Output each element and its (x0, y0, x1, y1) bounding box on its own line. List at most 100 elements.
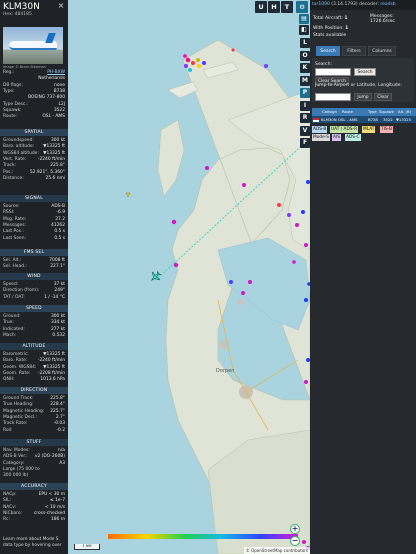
source-chip[interactable]: UAT / ADS-R (330, 126, 359, 133)
info-row-value: 0.5 s (54, 235, 65, 241)
info-row-label: WGS84 altitude: (3, 150, 39, 156)
section-header-spatial[interactable]: SPATIAL (0, 129, 68, 136)
section-header-signal[interactable]: SIGNAL (0, 195, 68, 202)
tab-columns[interactable]: Columns (368, 46, 396, 56)
column-type[interactable]: Type (368, 108, 377, 116)
decoder-link[interactable]: readsb (380, 2, 395, 7)
search-label: Search: (315, 62, 332, 67)
search-box: Search: Search Clear Search Jump to Airp… (312, 58, 414, 102)
aircraft-table-header: Callsign Route Type Squawk Alt. (ft) (312, 108, 416, 116)
table-row[interactable]: KLM30N OSL - AMS B738 3522 ▼13325 (312, 116, 416, 123)
info-row: Direction (from): 249° (3, 288, 65, 294)
jump-button[interactable]: Jump (354, 93, 372, 101)
map-button-m[interactable]: M (300, 75, 310, 86)
info-row-label: Reg.: (3, 70, 15, 75)
toggle-t-button[interactable]: T (281, 1, 293, 13)
search-input[interactable] (315, 68, 351, 76)
flag-norway-icon (313, 117, 319, 122)
zoom-out-button[interactable]: − (290, 536, 300, 546)
info-row: Pos.: 52.921°, 5.360° (3, 170, 65, 176)
info-row-label: Route: (3, 114, 18, 120)
map-button-l[interactable]: L (300, 38, 310, 48)
close-icon[interactable]: × (57, 2, 65, 10)
info-row-label: Geom. Rate: (3, 370, 31, 376)
messages-stat: Messages: 1726.6/sec (370, 14, 395, 24)
layers-icon[interactable]: ▤ (299, 14, 309, 24)
info-row-label: Mach: (3, 332, 17, 338)
info-row: Rc: 186 m (3, 517, 65, 523)
info-row-value: 186 m (50, 517, 65, 523)
source-chip[interactable]: ADS-B (312, 126, 328, 133)
source-chip[interactable]: ADS-C (345, 134, 361, 141)
clear-jump-button[interactable]: Clear (374, 93, 392, 101)
map-button-v[interactable]: V (300, 125, 310, 136)
tab-filters[interactable]: Filters (342, 46, 366, 56)
column-squawk[interactable]: Squawk (379, 108, 394, 116)
info-row: True Heading: 228.4° (3, 402, 65, 408)
with-position-stat: With Position: 1 (313, 26, 348, 31)
sidebar-toggle-icon[interactable]: ◧ (299, 25, 309, 35)
info-row: Large (75 000 to (3, 467, 65, 473)
settings-gear-icon[interactable]: ⚙ (296, 1, 308, 13)
info-row-label: Roll: (3, 427, 13, 433)
map-button-o[interactable]: O (300, 50, 310, 61)
map-button-i[interactable]: I (300, 100, 310, 111)
info-row-label: Direction (from): (3, 288, 40, 294)
column-altitude[interactable]: Alt. (ft) (398, 108, 411, 116)
stats-available-text[interactable]: Stats available (313, 33, 346, 38)
section-header-altitude[interactable]: ALTITUDE (0, 343, 68, 350)
info-row-value: 2.7° (55, 414, 65, 420)
info-row-label: Squawk: (3, 107, 22, 113)
jump-input[interactable] (315, 93, 351, 101)
total-aircraft-label: Total Aircraft: (313, 16, 343, 21)
section-header-wind[interactable]: WIND (0, 273, 68, 280)
info-row: Geom. Rate: -2208 ft/min (3, 371, 65, 377)
source-chip[interactable]: MLAT (362, 126, 376, 133)
section-header-stuff[interactable]: STUFF (0, 439, 68, 446)
map-view[interactable]: Dorpen U H T ⚙ ▤ ◧ LOKMPIRVF + − 1 NM © … (68, 0, 310, 554)
info-row-value[interactable]: B738 (54, 89, 65, 95)
info-row-label: Track Rate: (3, 421, 28, 427)
section-header-fms[interactable]: FMS SEL (0, 249, 68, 256)
zoom-in-button[interactable]: + (290, 524, 300, 534)
section-header-speed[interactable]: SPEED (0, 305, 68, 312)
tar1090-link[interactable]: tar1090 (312, 2, 330, 7)
info-footer-line: data type by hovering over (3, 543, 62, 548)
info-row: NACv: < 10 m/s (3, 505, 65, 511)
toggle-h-button[interactable]: H (268, 1, 280, 13)
info-row: NICbaro: cross-checked (3, 511, 65, 517)
info-row-value: -6.9 (56, 210, 65, 216)
column-callsign[interactable]: Callsign (322, 108, 337, 116)
map-scale-bar: 1 NM (74, 544, 100, 550)
info-row-value: 25.6 nmi (45, 175, 65, 181)
info-row: Messages: 41262 (3, 223, 65, 229)
aircraft-photo[interactable] (3, 27, 63, 64)
row-squawk: 3522 (383, 117, 393, 122)
map-attribution[interactable]: © OpenStreetMap contributors (243, 547, 310, 554)
info-row: Category: A3 (3, 461, 65, 467)
info-row: Indicated: 277 kt (3, 327, 65, 333)
section-header-direction[interactable]: DIRECTION (0, 387, 68, 394)
map-button-f[interactable]: F (300, 138, 310, 148)
info-row-value: OSL - AMS (42, 114, 65, 120)
map-button-r[interactable]: R (300, 113, 310, 123)
info-row-value: 1 / -14 °C (44, 294, 65, 300)
info-row-value: 227.1° (50, 264, 65, 270)
section-header-accuracy[interactable]: ACCURACY (0, 483, 68, 490)
map-button-k[interactable]: K (300, 63, 310, 73)
info-row-value: L2J (58, 101, 65, 107)
tab-search[interactable]: Search (316, 46, 340, 56)
info-row-label: Last Pos.: (3, 229, 24, 235)
source-chip[interactable]: Mode-S (312, 134, 330, 141)
info-row-label: Type: (3, 88, 15, 94)
source-chip[interactable]: AIS (332, 134, 341, 141)
info-row: SIL: ≤ 1e-7 (3, 498, 65, 504)
search-button[interactable]: Search (354, 68, 376, 76)
units-u-button[interactable]: U (255, 1, 267, 13)
column-route[interactable]: Route (342, 108, 353, 116)
info-row: Squawk: 3522 (3, 108, 65, 114)
info-row-label: True: (3, 320, 14, 326)
map-canvas[interactable]: Dorpen (68, 0, 310, 554)
source-chip[interactable]: TIS-B (380, 126, 393, 133)
map-button-p[interactable]: P (300, 88, 310, 98)
